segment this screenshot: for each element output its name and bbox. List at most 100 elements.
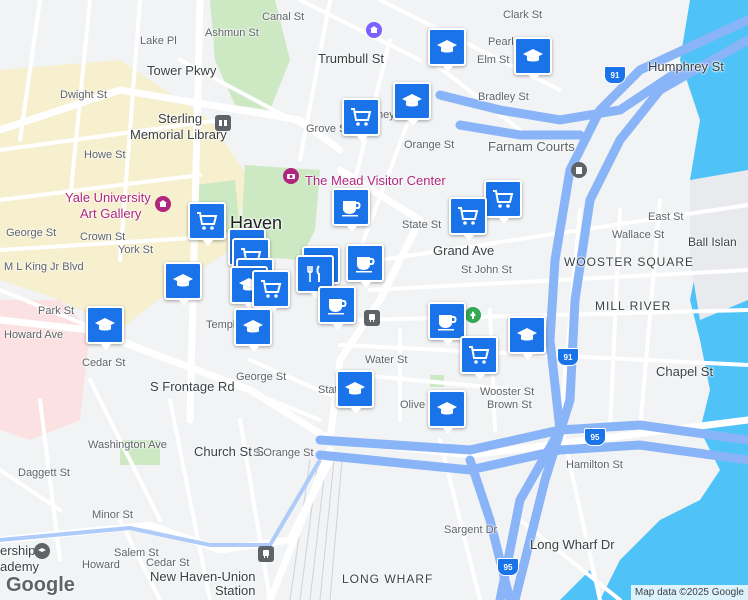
map-marker-school[interactable] bbox=[393, 82, 431, 126]
place-label-gallery-bottom: Art Gallery bbox=[80, 206, 142, 221]
map-marker-school[interactable] bbox=[508, 316, 546, 360]
place-label-union-top: New Haven-Union bbox=[150, 569, 256, 584]
street-label-wallace-st: Wallace St bbox=[612, 229, 665, 241]
map-marker-shopping-cart[interactable] bbox=[460, 336, 498, 380]
street-label-washington-ave: Washington Ave bbox=[88, 439, 167, 451]
coffee-icon bbox=[326, 295, 348, 315]
street-label-orange-st: Orange St bbox=[404, 139, 455, 151]
street-label-george-st-2: George St bbox=[236, 371, 287, 383]
area-label-wooster-square: WOOSTER SQUARE bbox=[564, 255, 695, 269]
street-label-minor-st: Minor St bbox=[92, 509, 133, 521]
street-label-grand-ave: Grand Ave bbox=[433, 243, 495, 258]
place-label-mead-visitor-center: The Mead Visitor Center bbox=[305, 173, 446, 188]
map-marker-shopping-cart[interactable] bbox=[252, 270, 290, 314]
gallery-icon bbox=[155, 196, 171, 212]
shopping-cart-icon bbox=[457, 206, 479, 226]
map-marker-shopping-cart[interactable] bbox=[342, 98, 380, 142]
i95-shield-icon: 95 bbox=[584, 428, 606, 446]
street-label-bradley-st: Bradley St bbox=[478, 91, 529, 103]
shopping-cart-icon bbox=[492, 189, 514, 209]
school-icon bbox=[401, 92, 423, 110]
school-icon bbox=[522, 47, 544, 65]
school-icon bbox=[516, 326, 538, 344]
place-label-farnam-courts: Farnam Courts bbox=[488, 139, 575, 154]
street-label-sargent-dr: Sargent Dr bbox=[444, 524, 498, 536]
map-marker-shopping-cart[interactable] bbox=[484, 180, 522, 224]
street-label-ashmun-st: Ashmun St bbox=[205, 27, 259, 39]
street-label-cedar-st-2: Cedar St bbox=[146, 557, 190, 569]
street-label-lake-pl: Lake Pl bbox=[140, 35, 177, 47]
map-canvas[interactable]: Clark St Pearl St Elm St Bradley St Hump… bbox=[0, 0, 748, 600]
street-label-chapel-st: Chapel St bbox=[656, 364, 714, 379]
google-logo: Google bbox=[6, 574, 75, 596]
place-label-sterling-bottom: Memorial Library bbox=[130, 127, 227, 142]
street-label-howe-st: Howe St bbox=[84, 149, 126, 161]
map-marker-school[interactable] bbox=[234, 308, 272, 352]
map-marker-school[interactable] bbox=[86, 306, 124, 350]
street-label-tower-pkwy: Tower Pkwy bbox=[147, 63, 217, 78]
coffee-icon bbox=[354, 253, 376, 273]
visitor-center-icon bbox=[283, 168, 299, 184]
street-label-brown-st: Brown St bbox=[487, 399, 532, 411]
shopping-cart-icon bbox=[196, 211, 218, 231]
school-icon bbox=[436, 400, 458, 418]
street-label-s-orange-st: S Orange St bbox=[253, 447, 314, 459]
school-icon bbox=[172, 272, 194, 290]
union-station-icon bbox=[258, 546, 274, 562]
area-label-mill-river: MILL RIVER bbox=[595, 299, 672, 313]
street-label-hamilton-st: Hamilton St bbox=[566, 459, 623, 471]
street-label-howard-cut: Howard bbox=[82, 559, 120, 571]
street-label-east-st: East St bbox=[648, 211, 684, 223]
place-label-sterling-top: Sterling bbox=[158, 111, 203, 126]
map-marker-school[interactable] bbox=[336, 370, 374, 414]
street-label-park-st: Park St bbox=[38, 305, 75, 317]
street-label-state-st: State St bbox=[402, 219, 442, 231]
building-icon bbox=[571, 162, 587, 178]
shopping-cart-icon bbox=[260, 279, 282, 299]
map-marker-coffee[interactable] bbox=[346, 244, 384, 288]
street-label-mlk-blvd: M L King Jr Blvd bbox=[4, 261, 84, 273]
school-icon bbox=[94, 316, 116, 334]
street-label-long-wharf-dr: Long Wharf Dr bbox=[530, 537, 615, 552]
place-label-partial-1: ership bbox=[0, 543, 36, 558]
i91-shield-icon: 91 bbox=[557, 348, 579, 366]
map-marker-shopping-cart[interactable] bbox=[449, 197, 487, 241]
street-label-canal-st: Canal St bbox=[262, 11, 305, 23]
museum-icon bbox=[366, 22, 382, 38]
street-label-humphrey-st: Humphrey St bbox=[648, 59, 724, 74]
map-marker-coffee[interactable] bbox=[332, 188, 370, 232]
street-label-howard-ave: Howard Ave bbox=[4, 329, 64, 341]
shopping-cart-icon bbox=[468, 345, 490, 365]
shopping-cart-icon bbox=[350, 107, 372, 127]
map-marker-school[interactable] bbox=[514, 37, 552, 81]
street-label-daggett-st: Daggett St bbox=[18, 467, 70, 479]
area-label-long-wharf: LONG WHARF bbox=[342, 572, 434, 586]
street-label-s-frontage-rd: S Frontage Rd bbox=[150, 379, 235, 394]
restaurant-icon bbox=[304, 264, 326, 284]
school-icon bbox=[344, 380, 366, 398]
academy-icon bbox=[34, 543, 50, 559]
coffee-icon bbox=[340, 197, 362, 217]
street-label-water-st: Water St bbox=[365, 354, 408, 366]
street-label-george-st: George St bbox=[6, 227, 57, 239]
school-icon bbox=[242, 318, 264, 336]
map-attribution: Map data ©2025 Google bbox=[630, 585, 748, 600]
map-marker-school[interactable] bbox=[428, 390, 466, 434]
map-marker-school[interactable] bbox=[428, 28, 466, 72]
map-marker-coffee[interactable] bbox=[428, 302, 466, 346]
train-station-icon bbox=[364, 310, 380, 326]
place-label-gallery-top: Yale University bbox=[65, 190, 151, 205]
street-label-wooster-st: Wooster St bbox=[480, 386, 535, 398]
map-marker-school[interactable] bbox=[164, 262, 202, 306]
library-icon bbox=[215, 115, 231, 131]
street-label-st-john-st: St John St bbox=[461, 264, 512, 276]
i95-shield-icon: 95 bbox=[497, 558, 519, 576]
map-marker-coffee[interactable] bbox=[318, 286, 356, 330]
street-label-dwight-st: Dwight St bbox=[60, 89, 108, 101]
park-tree-icon bbox=[465, 307, 481, 323]
street-label-crown-st: Crown St bbox=[80, 231, 126, 243]
street-label-elm-st: Elm St bbox=[477, 54, 510, 66]
school-icon bbox=[436, 38, 458, 56]
map-marker-shopping-cart[interactable] bbox=[188, 202, 226, 246]
street-label-trumbull-st: Trumbull St bbox=[318, 51, 384, 66]
